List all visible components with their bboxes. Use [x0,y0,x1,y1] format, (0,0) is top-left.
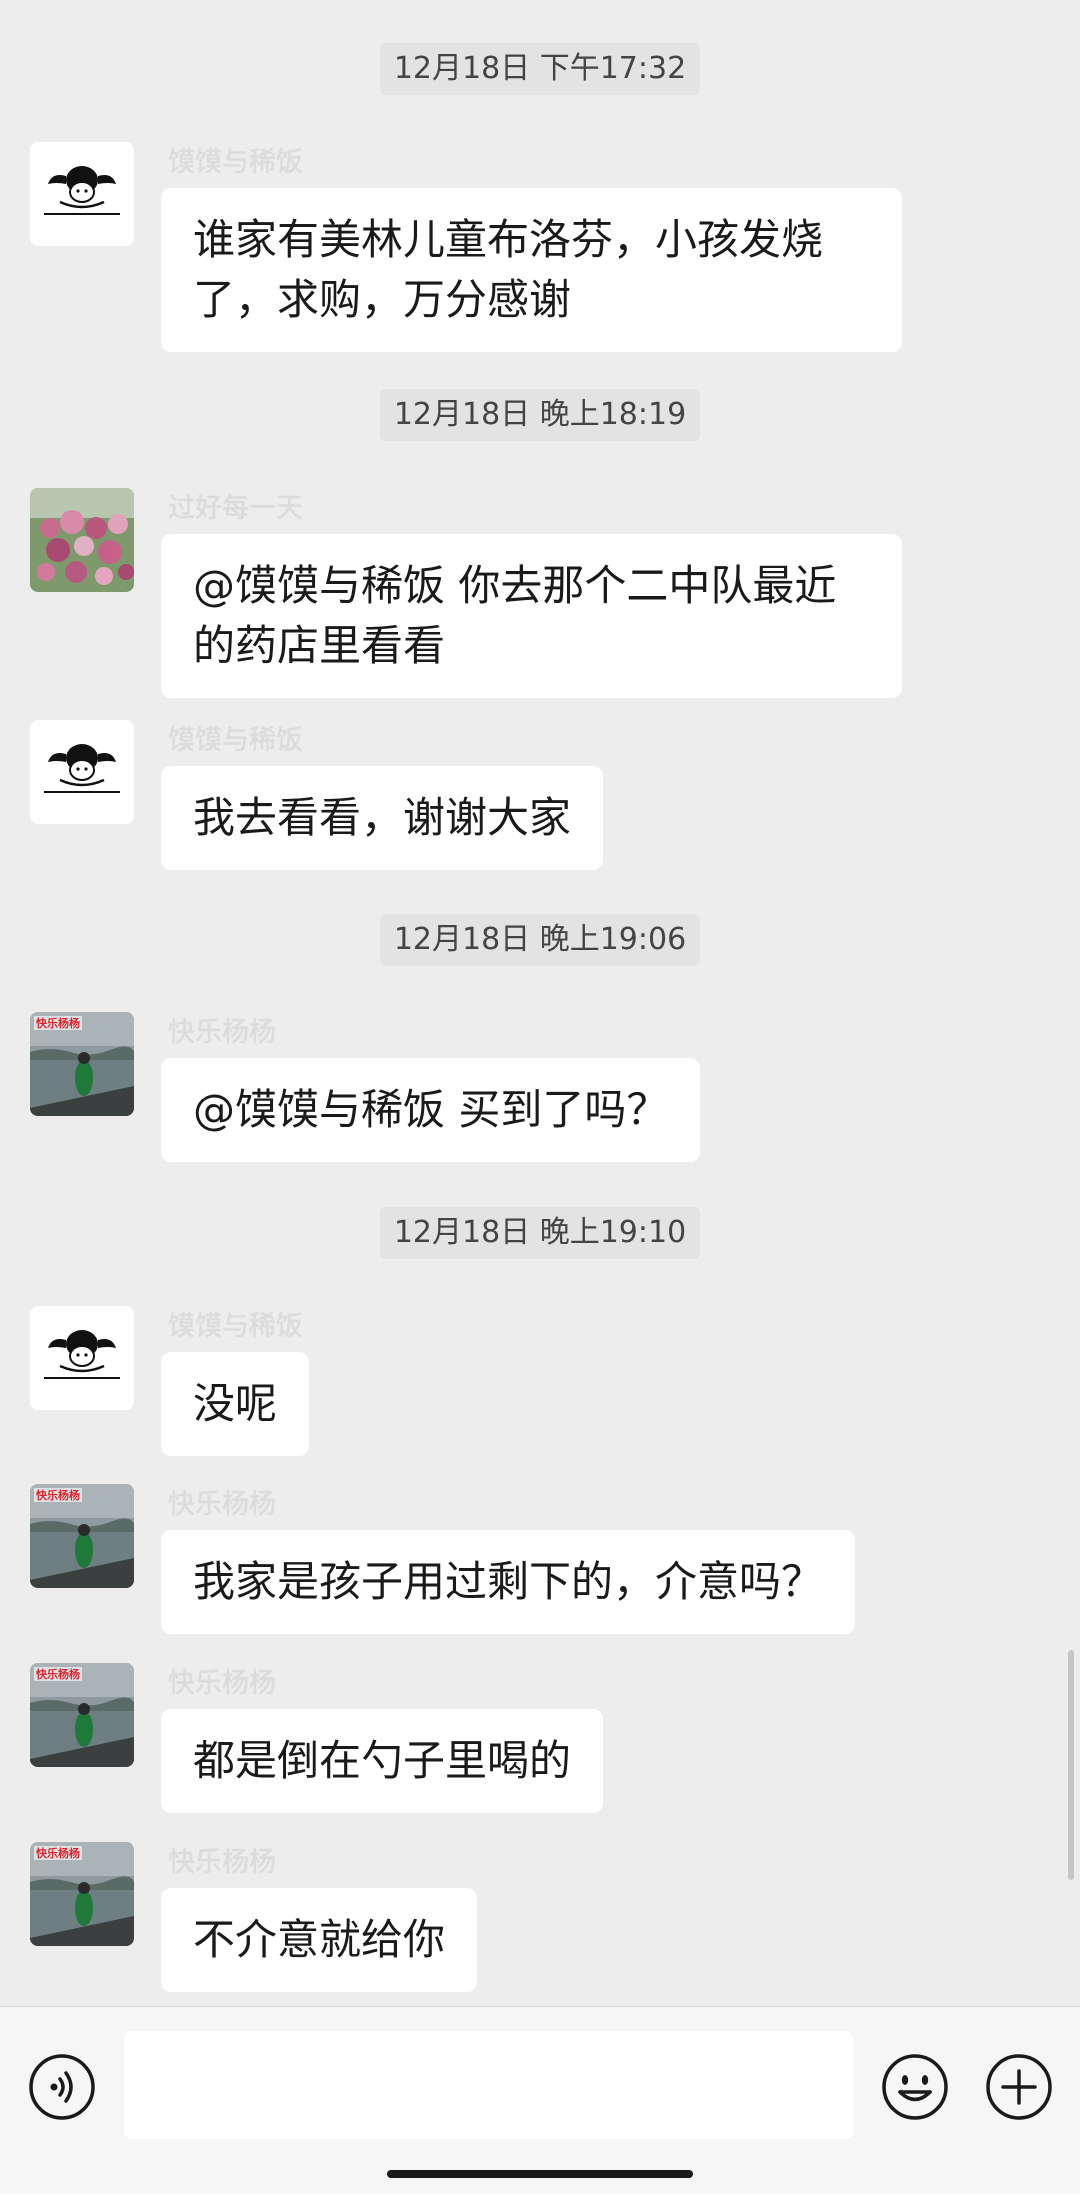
lake-avatar-icon: 快乐杨杨 [30,1484,134,1588]
sender-name: 快乐杨杨 [168,1668,276,1699]
emoji-button[interactable] [879,2051,951,2123]
sender-name: 馍馍与稀饭 [168,147,303,178]
voice-button[interactable] [26,2051,98,2123]
lake-avatar-icon: 快乐杨杨 [30,1663,134,1767]
sender-name: 快乐杨杨 [168,1489,276,1520]
avatar-lake[interactable]: 快乐杨杨 [30,1663,134,1767]
lake-avatar-icon: 快乐杨杨 [30,1012,134,1116]
lake-avatar-icon: 快乐杨杨 [30,1842,134,1946]
girl-avatar-icon [30,1306,134,1410]
message-bubble[interactable]: 谁家有美林儿童布洛芬，小孩发烧了，求购，万分感谢 [161,188,902,352]
message-bubble[interactable]: @馍馍与稀饭 买到了吗？ [161,1058,701,1162]
girl-avatar-icon [30,142,134,246]
girl-avatar-icon [30,720,134,824]
avatar-badge: 快乐杨杨 [35,1667,80,1681]
timestamp: 12月18日 晚上19:10 [379,1207,701,1259]
message-bubble[interactable]: 不介意就给你 [161,1888,478,1992]
input-bar [0,2006,1080,2194]
avatar-badge: 快乐杨杨 [35,1488,80,1502]
sender-name: 过好每一天 [168,493,303,524]
message-bubble[interactable]: 我家是孩子用过剩下的，介意吗？ [161,1530,856,1634]
sender-name: 快乐杨杨 [168,1017,276,1048]
plus-icon [986,2054,1052,2120]
avatar-badge: 快乐杨杨 [35,1016,80,1030]
avatar-badge: 快乐杨杨 [35,1846,80,1860]
message-bubble[interactable]: 没呢 [161,1352,310,1456]
timestamp: 12月18日 晚上19:06 [379,914,701,966]
sender-name: 馍馍与稀饭 [168,725,303,756]
message-bubble[interactable]: 都是倒在勺子里喝的 [161,1709,604,1813]
avatar-girl[interactable] [30,1306,134,1410]
chat-screen: 12月18日 下午17:32 馍馍与稀饭 谁家有美林儿童布洛芬，小孩发烧了，求购… [0,0,1080,2194]
message-bubble[interactable]: @馍馍与稀饭 你去那个二中队最近的药店里看看 [161,534,902,698]
home-indicator[interactable] [387,2170,693,2178]
more-button[interactable] [983,2051,1055,2123]
flowers-avatar-icon [30,488,134,592]
timestamp: 12月18日 晚上18:19 [379,389,701,441]
avatar-girl[interactable] [30,142,134,246]
message-list[interactable]: 12月18日 下午17:32 馍馍与稀饭 谁家有美林儿童布洛芬，小孩发烧了，求购… [0,0,1080,2006]
avatar-lake[interactable]: 快乐杨杨 [30,1484,134,1588]
message-input[interactable] [124,2031,853,2139]
timestamp: 12月18日 下午17:32 [379,43,701,95]
avatar-girl[interactable] [30,720,134,824]
avatar-lake[interactable]: 快乐杨杨 [30,1842,134,1946]
avatar-lake[interactable]: 快乐杨杨 [30,1012,134,1116]
sender-name: 快乐杨杨 [168,1847,276,1878]
message-bubble[interactable]: 我去看看，谢谢大家 [161,766,604,870]
scrollbar[interactable] [1068,1650,1074,1880]
avatar-flowers[interactable] [30,488,134,592]
voice-icon [29,2054,95,2120]
sender-name: 馍馍与稀饭 [168,1311,303,1342]
emoji-icon [882,2054,948,2120]
